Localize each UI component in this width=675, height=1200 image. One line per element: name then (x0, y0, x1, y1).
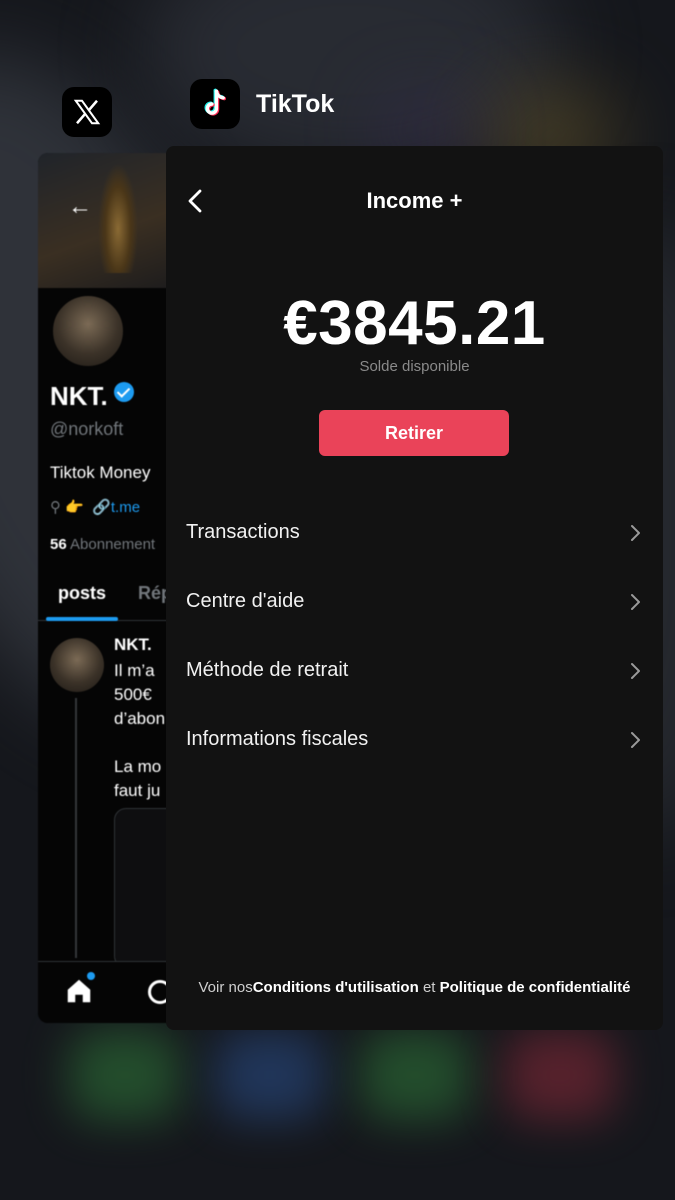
privacy-link[interactable]: Politique de confidentialité (440, 979, 631, 996)
chevron-right-icon (631, 525, 640, 541)
profile-name: NKT. (50, 381, 134, 412)
profile-meta: ⚲ 👉 🔗t.me (50, 498, 140, 516)
verified-icon (113, 382, 134, 402)
legal-footer: Voir nosConditions d'utilisation et Poli… (198, 979, 631, 996)
menu-item-label: Méthode de retrait (186, 659, 349, 681)
avatar[interactable] (50, 293, 126, 369)
tiktok-logo-icon[interactable] (190, 79, 240, 129)
balance-label: Solde disponible (359, 358, 470, 375)
withdraw-button[interactable]: Retirer (319, 410, 509, 456)
post-text: Il m’a 500€ d’abon La mo faut ju (114, 661, 166, 800)
x-logo-icon[interactable] (62, 87, 112, 137)
tiktok-app-card[interactable]: Income + €3845.21 Solde disponible Retir… (166, 146, 663, 1030)
menu-item-withdraw-method[interactable]: Méthode de retrait (166, 635, 663, 704)
profile-link[interactable]: t.me (111, 499, 140, 516)
terms-link[interactable]: Conditions d'utilisation (253, 979, 419, 996)
tiktok-app-label: TikTok (256, 90, 335, 118)
chevron-right-icon (631, 732, 640, 748)
menu-item-transactions[interactable]: Transactions (166, 497, 663, 566)
profile-bio: Tiktok Money (50, 463, 151, 482)
notification-dot (87, 972, 95, 980)
chevron-right-icon (631, 594, 640, 610)
post-author[interactable]: NKT. (114, 635, 152, 655)
page-title: Income + (366, 188, 463, 213)
menu-item-label: Transactions (186, 521, 300, 543)
income-menu: Transactions Centre d'aide Méthode de re… (166, 497, 663, 773)
home-icon[interactable] (64, 976, 94, 1011)
location-pin-icon: ⚲ (50, 499, 61, 516)
chevron-right-icon (631, 663, 640, 679)
thread-line (75, 698, 77, 958)
link-icon: 🔗 (92, 499, 111, 516)
post-avatar[interactable] (50, 638, 104, 692)
menu-item-help-center[interactable]: Centre d'aide (166, 566, 663, 635)
back-arrow-icon[interactable]: ← (68, 193, 92, 221)
menu-item-label: Informations fiscales (186, 728, 369, 750)
active-tab-indicator (46, 617, 118, 621)
menu-item-label: Centre d'aide (186, 590, 305, 612)
following-stat[interactable]: 56 Abonnement (50, 536, 155, 553)
tab-posts[interactable]: posts (58, 583, 106, 604)
location-emoji: 👉 (65, 499, 84, 516)
balance-amount: €3845.21 (283, 289, 546, 358)
profile-handle: @norkoft (50, 419, 124, 439)
menu-item-tax-info[interactable]: Informations fiscales (166, 704, 663, 773)
